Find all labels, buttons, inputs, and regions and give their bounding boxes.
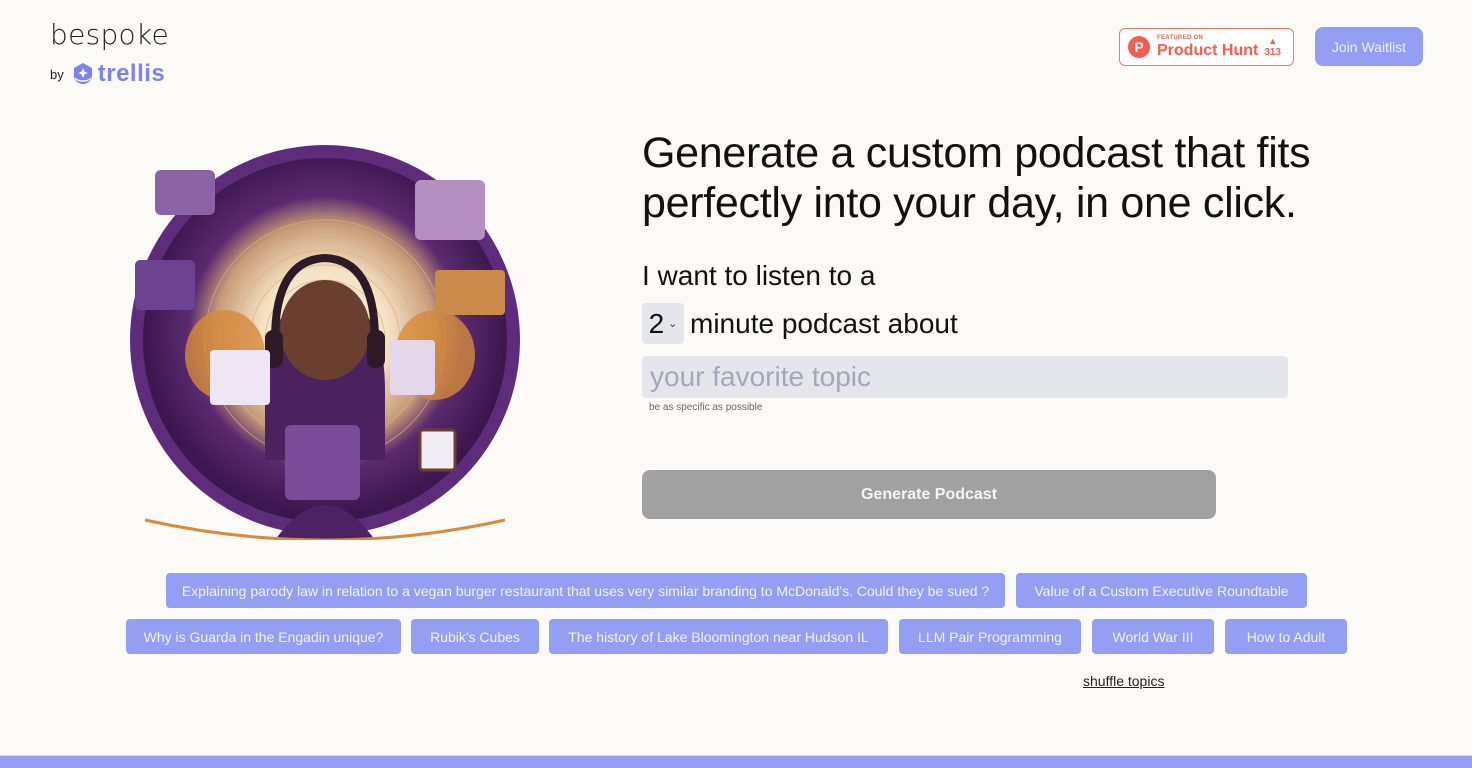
topic-input[interactable] (642, 356, 1288, 398)
topic-chip[interactable]: How to Adult (1225, 619, 1347, 654)
brand-name: bespoke (50, 18, 170, 51)
topic-chip[interactable]: Rubik's Cubes (411, 619, 539, 654)
hero-illustration (130, 145, 520, 540)
duration-row: 2 ⌄ minute podcast about (642, 303, 958, 344)
trellis-name: trellis (97, 60, 166, 87)
footer-bar (0, 755, 1472, 768)
topic-chip[interactable]: Value of a Custom Executive Roundtable (1016, 573, 1307, 608)
product-hunt-name: Product Hunt (1157, 42, 1259, 59)
product-hunt-featured: FEATURED ON (1157, 35, 1204, 41)
lead-text: I want to listen to a (642, 260, 876, 291)
product-hunt-icon: P (1128, 36, 1150, 58)
topic-chip[interactable]: The history of Lake Bloomington near Hud… (549, 619, 888, 654)
chevron-down-icon: ⌄ (668, 318, 678, 330)
trellis-logo-icon (73, 63, 92, 84)
duration-select[interactable]: 2 ⌄ (642, 303, 684, 344)
upvote-arrow-icon: ▲ (1268, 35, 1278, 46)
topic-chip[interactable]: Why is Guarda in the Engadin unique? (126, 619, 401, 654)
topic-chip[interactable]: World War III (1092, 619, 1214, 654)
brand-logo[interactable]: bespoke by trellis (50, 18, 170, 87)
shuffle-topics-link[interactable]: shuffle topics (1083, 673, 1164, 689)
generate-podcast-button[interactable]: Generate Podcast (642, 470, 1216, 519)
by-label: by (50, 66, 64, 82)
product-hunt-badge[interactable]: P FEATURED ON Product Hunt ▲ 313 (1119, 28, 1294, 66)
powered-by: by trellis (50, 60, 165, 88)
product-hunt-text: FEATURED ON Product Hunt (1157, 35, 1258, 59)
duration-value: 2 (648, 307, 665, 339)
product-hunt-votes: ▲ 313 (1264, 35, 1281, 58)
join-waitlist-button[interactable]: Join Waitlist (1315, 27, 1423, 66)
topic-hint: be as specific as possible (649, 402, 763, 413)
duration-tail-text: minute podcast about (690, 307, 958, 339)
topic-chip[interactable]: LLM Pair Programming (899, 619, 1081, 654)
page-headline: Generate a custom podcast that fits perf… (642, 129, 1311, 227)
upvote-count: 313 (1264, 46, 1281, 58)
site-header: bespoke by trellis P FEATURED ON Product… (0, 0, 1472, 100)
topic-chip[interactable]: Explaining parody law in relation to a v… (166, 573, 1005, 608)
